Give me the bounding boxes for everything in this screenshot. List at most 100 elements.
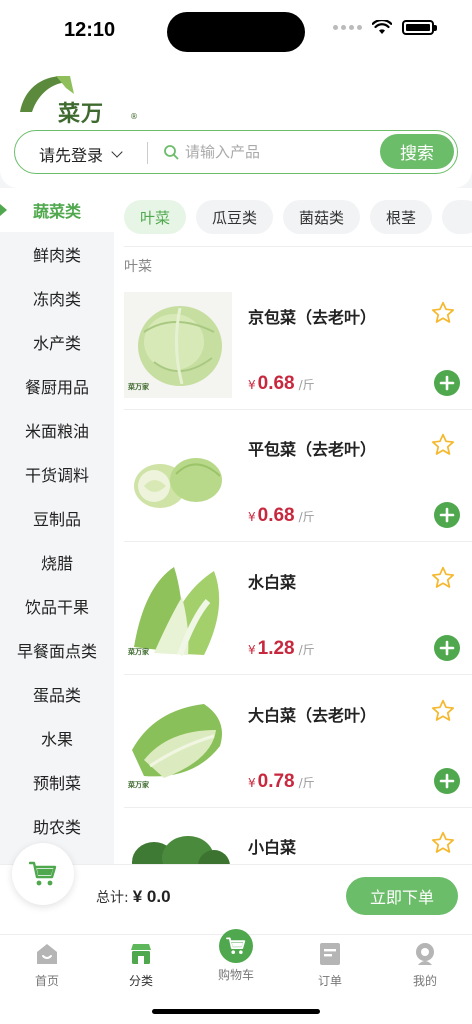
price-currency: ¥: [248, 510, 256, 524]
product-item[interactable]: 菜万家 大白菜（去老叶） ¥ 0.78 /斤: [124, 676, 472, 808]
price-unit: /斤: [298, 510, 315, 524]
dynamic-island: [167, 12, 305, 52]
tab-category[interactable]: 分类: [94, 935, 188, 995]
product-image: 菜万家: [124, 557, 232, 663]
home-indicator: [152, 1009, 320, 1014]
brand-logo: 菜万家 ®: [16, 68, 138, 159]
pak-choi-image: [132, 836, 230, 864]
product-panel: 叶菜 瓜豆类 菌菇类 根茎 叶菜 菜万家 京包菜（去老叶） ¥ 0.68 /斤: [114, 188, 472, 864]
sidebar-item-fruit[interactable]: 水果: [0, 716, 114, 760]
price-unit: /斤: [298, 378, 315, 392]
section-label: 叶菜: [124, 259, 152, 275]
tab-leafy[interactable]: 叶菜: [124, 200, 187, 234]
logo-reg-mark: ®: [130, 112, 138, 121]
add-to-cart-icon[interactable]: [434, 370, 460, 396]
price-currency: ¥: [248, 378, 256, 392]
category-icon: [131, 944, 151, 964]
login-select[interactable]: 请先登录: [39, 142, 123, 166]
product-item[interactable]: 小白菜: [124, 808, 472, 864]
star-icon[interactable]: [430, 300, 456, 326]
product-price: ¥ 0.78 /斤: [248, 771, 315, 793]
price-value: 1.28: [257, 638, 295, 659]
search-button[interactable]: 搜索: [380, 134, 454, 169]
search-divider: [147, 142, 148, 164]
battery-icon: [402, 20, 437, 35]
price-unit: /斤: [298, 776, 315, 790]
tab-home[interactable]: 首页: [0, 935, 94, 995]
product-name: 大白菜（去老叶）: [248, 706, 377, 725]
sidebar-item-farm-aid[interactable]: 助农类: [0, 804, 114, 848]
cart-tab-circle: [219, 929, 253, 963]
add-to-cart-icon[interactable]: [434, 502, 460, 528]
product-image: [124, 424, 232, 530]
sidebar-item-dry-goods[interactable]: 干货调料: [0, 452, 114, 496]
divider: [124, 541, 472, 542]
sidebar-item-vegetables[interactable]: 蔬菜类: [0, 188, 114, 232]
product-image: 菜万家: [124, 292, 232, 398]
sidebar-item-roast-meat[interactable]: 烧腊: [0, 540, 114, 584]
cart-icon: [226, 937, 246, 955]
product-price: ¥ 0.68 /斤: [248, 373, 315, 395]
product-name: 平包菜（去老叶）: [248, 440, 377, 459]
sidebar-item-tofu[interactable]: 豆制品: [0, 496, 114, 540]
tab-melons-beans[interactable]: 瓜豆类: [196, 200, 274, 234]
sidebar-item-fresh-meat[interactable]: 鲜肉类: [0, 232, 114, 276]
product-item[interactable]: 菜万家 水白菜 ¥ 1.28 /斤: [124, 543, 472, 675]
price-value: 0.68: [257, 505, 295, 526]
star-icon[interactable]: [430, 565, 456, 591]
star-icon[interactable]: [430, 698, 456, 724]
sidebar-item-frozen-meat[interactable]: 冻肉类: [0, 276, 114, 320]
watermark: 菜万家: [128, 781, 149, 789]
tab-label: 订单: [317, 974, 342, 988]
watermark: 菜万家: [128, 383, 149, 391]
header: 菜万家 ® 请先登录 搜索: [0, 60, 472, 188]
cart-icon: [29, 861, 57, 886]
product-name: 水白菜: [248, 573, 297, 592]
add-to-cart-icon[interactable]: [434, 635, 460, 661]
divider: [124, 674, 472, 675]
tab-mushrooms[interactable]: 菌菇类: [283, 200, 361, 234]
tab-label: 购物车: [217, 968, 254, 982]
tab-more[interactable]: [442, 200, 472, 234]
price-currency: ¥: [248, 643, 256, 657]
price-unit: /斤: [298, 643, 315, 657]
star-icon[interactable]: [430, 830, 456, 856]
sidebar-item-grain-oil[interactable]: 米面粮油: [0, 408, 114, 452]
tab-profile[interactable]: 我的: [378, 935, 472, 995]
star-icon[interactable]: [430, 432, 456, 458]
order-icon: [320, 943, 340, 965]
search-input[interactable]: [185, 139, 375, 165]
watermark: 菜万家: [128, 648, 149, 656]
login-label: 请先登录: [39, 146, 104, 165]
tab-divider: [124, 246, 472, 247]
tab-label: 我的: [412, 974, 437, 988]
sidebar-item-eggs[interactable]: 蛋品类: [0, 672, 114, 716]
search-icon: [164, 145, 179, 160]
price-currency: ¥: [248, 776, 256, 790]
status-time: 12:10: [64, 19, 116, 41]
sidebar-item-prepared[interactable]: 预制菜: [0, 760, 114, 804]
tab-cart[interactable]: 购物车: [189, 929, 283, 995]
category-sidebar: 蔬菜类 鲜肉类 冻肉类 水产类 餐厨用品 米面粮油 干货调料 豆制品 烧腊 饮品…: [0, 188, 114, 864]
total-value: ¥ 0.0: [132, 887, 171, 906]
tab-label: 分类: [128, 974, 153, 988]
sidebar-item-seafood[interactable]: 水产类: [0, 320, 114, 364]
product-name: 小白菜: [248, 838, 297, 857]
signal-icon: [333, 25, 362, 30]
sidebar-item-drinks-nuts[interactable]: 饮品干果: [0, 584, 114, 628]
product-item[interactable]: 菜万家 京包菜（去老叶） ¥ 0.68 /斤: [124, 278, 472, 410]
sidebar-item-kitchenware[interactable]: 餐厨用品: [0, 364, 114, 408]
profile-icon: [416, 943, 434, 965]
status-icons: [333, 20, 437, 35]
tab-roots[interactable]: 根茎: [370, 200, 433, 234]
cart-fab[interactable]: [12, 843, 74, 905]
tab-orders[interactable]: 订单: [283, 935, 377, 995]
cart-total: 总计: ¥ 0.0: [96, 887, 171, 907]
price-value: 0.68: [257, 373, 295, 394]
sidebar-item-breakfast[interactable]: 早餐面点类: [0, 628, 114, 672]
status-bar: 12:10: [0, 0, 472, 60]
price-value: 0.78: [257, 771, 295, 792]
place-order-button[interactable]: 立即下单: [346, 877, 458, 915]
add-to-cart-icon[interactable]: [434, 768, 460, 794]
product-item[interactable]: 平包菜（去老叶） ¥ 0.68 /斤: [124, 410, 472, 542]
